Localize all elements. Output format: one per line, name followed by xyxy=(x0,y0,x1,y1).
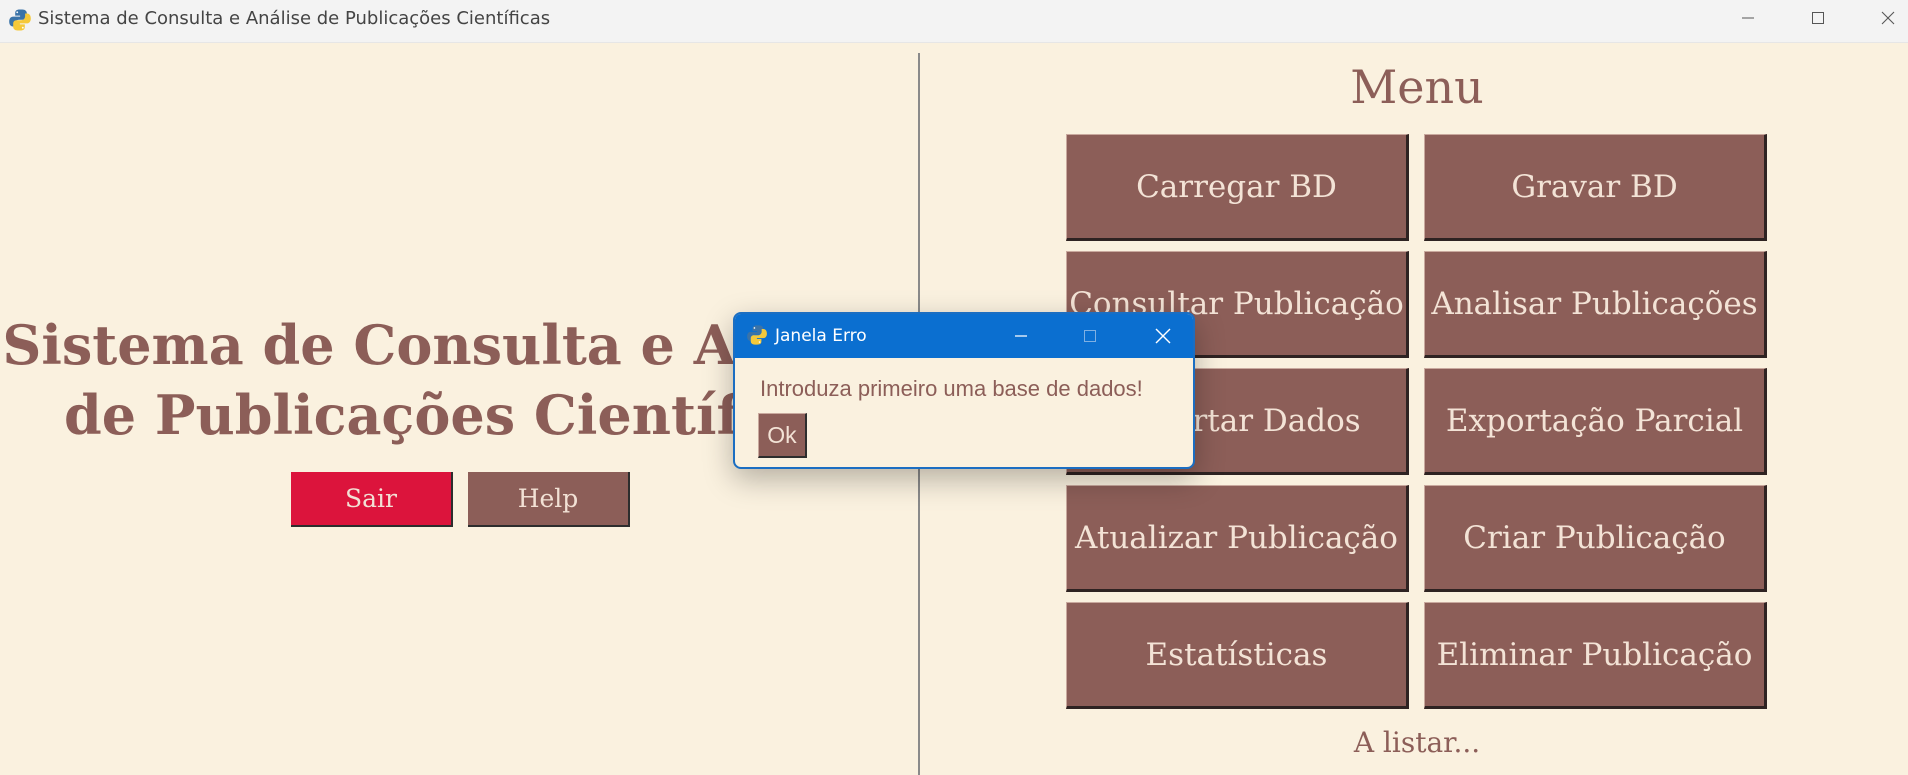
ok-button[interactable]: Ok xyxy=(758,413,807,458)
status-text: A listar... xyxy=(1353,726,1481,759)
dialog-message: Introduza primeiro uma base de dados! xyxy=(760,376,1143,401)
exportacao-parcial-button[interactable]: Exportação Parcial xyxy=(1424,368,1767,475)
python-icon xyxy=(8,8,32,32)
menu-title: Menu xyxy=(1350,60,1484,114)
gravar-bd-button[interactable]: Gravar BD xyxy=(1424,134,1767,241)
help-button[interactable]: Help xyxy=(468,472,630,527)
python-icon xyxy=(746,324,768,346)
carregar-bd-button[interactable]: Carregar BD xyxy=(1066,134,1409,241)
sair-button[interactable]: Sair xyxy=(291,472,453,527)
close-button[interactable] xyxy=(1853,0,1908,36)
dialog-maximize-button xyxy=(1060,314,1120,358)
error-dialog: Janela Erro Introduza primeiro uma base … xyxy=(733,312,1195,469)
window-titlebar: Sistema de Consulta e Análise de Publica… xyxy=(0,0,1908,43)
estatisticas-button[interactable]: Estatísticas xyxy=(1066,602,1409,709)
criar-publicacao-button[interactable]: Criar Publicação xyxy=(1424,485,1767,592)
analisar-publicacoes-button[interactable]: Analisar Publicações xyxy=(1424,251,1767,358)
maximize-icon xyxy=(1084,330,1096,342)
dialog-close-button[interactable] xyxy=(1133,314,1193,358)
dialog-titlebar: Janela Erro xyxy=(735,314,1193,358)
minimize-icon xyxy=(1742,17,1754,19)
maximize-button[interactable] xyxy=(1783,0,1853,36)
dialog-title: Janela Erro xyxy=(775,326,867,346)
close-icon xyxy=(1155,328,1171,344)
eliminar-publicacao-button[interactable]: Eliminar Publicação xyxy=(1424,602,1767,709)
close-icon xyxy=(1881,11,1895,25)
maximize-icon xyxy=(1812,12,1824,24)
minimize-button[interactable] xyxy=(1713,0,1783,36)
window-title: Sistema de Consulta e Análise de Publica… xyxy=(38,8,551,29)
dialog-minimize-button[interactable] xyxy=(991,314,1051,358)
minimize-icon xyxy=(1015,335,1027,337)
atualizar-publicacao-button[interactable]: Atualizar Publicação xyxy=(1066,485,1409,592)
